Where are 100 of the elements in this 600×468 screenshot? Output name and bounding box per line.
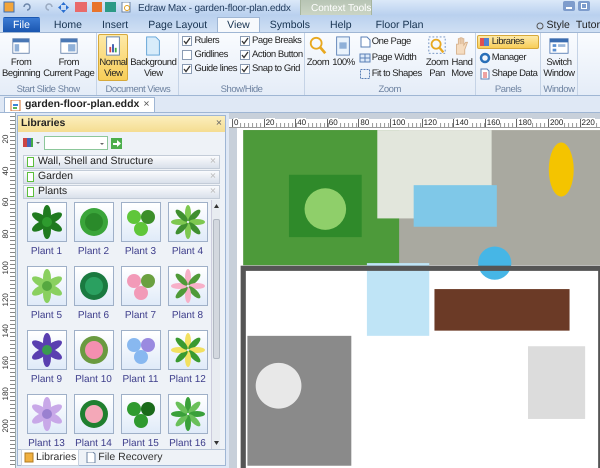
checkbox[interactable] <box>182 64 192 74</box>
grid-icon <box>358 52 371 64</box>
go-arrow-icon[interactable] <box>111 138 122 148</box>
checkbox-label: Guide lines <box>194 63 238 75</box>
gear-icon <box>478 52 491 64</box>
ribbon-button[interactable]: Fit to Shapes <box>356 67 424 81</box>
ruler-number: 0 <box>234 118 238 127</box>
minimize-icon[interactable] <box>563 1 575 11</box>
zoom-icon <box>308 36 328 56</box>
scrollbar[interactable] <box>211 200 220 449</box>
maximize-icon[interactable] <box>578 1 590 11</box>
checkbox-label: Rulers <box>194 35 220 47</box>
ruler-number: 80 <box>360 118 370 127</box>
ribbon-tab[interactable]: Floor Plan <box>366 17 434 32</box>
plant-icon <box>30 269 64 303</box>
document-icon <box>478 68 491 80</box>
ruler-number: 200 <box>550 118 564 127</box>
checkbox[interactable] <box>240 64 250 74</box>
checkbox-label: Action Button <box>252 49 303 61</box>
ruler-number: 60 <box>328 118 338 127</box>
ruler-number: 20 <box>266 118 274 127</box>
ribbon-button[interactable]: Switch Window <box>542 34 576 81</box>
redo-icon[interactable] <box>44 2 54 12</box>
checkbox[interactable] <box>240 50 250 60</box>
ribbon-button[interactable]: One Page <box>356 35 424 49</box>
document-icon <box>10 100 21 110</box>
ribbon-tab[interactable]: Page Layout <box>138 17 218 32</box>
ribbon-tab[interactable]: Help <box>320 17 362 32</box>
plant-icon <box>170 205 204 239</box>
ribbon-tab[interactable]: View <box>217 17 260 32</box>
ribbon-button[interactable]: From Beginning <box>1 34 42 81</box>
library-menu-icon[interactable] <box>23 138 41 148</box>
plant-icon <box>170 397 204 431</box>
ribbon-button[interactable]: From Current Page <box>42 34 96 81</box>
zoom-icon <box>427 36 448 56</box>
ribbon-tab[interactable]: Insert <box>92 17 138 32</box>
checkbox-label: Page Breaks <box>252 35 302 47</box>
ribbon-button[interactable]: Zoom Pan <box>424 34 450 81</box>
ribbon-button[interactable]: Zoom <box>306 34 330 70</box>
search-field[interactable] <box>44 136 108 150</box>
ribbon-button[interactable]: Page Width <box>356 51 424 65</box>
ruler-number: 40 <box>297 118 306 127</box>
undo-icon[interactable] <box>22 2 32 12</box>
style-icon <box>536 22 544 30</box>
document-tab[interactable]: garden-floor-plan.eddx × <box>4 97 156 112</box>
checkbox[interactable] <box>240 36 250 46</box>
ribbon-button[interactable]: Normal View <box>98 34 128 81</box>
print-preview-icon[interactable] <box>121 2 131 13</box>
group-label: Show/Hide <box>220 84 264 95</box>
panel-tab[interactable]: Libraries <box>21 448 80 466</box>
file-tab[interactable]: File <box>3 17 40 32</box>
group-label: Document Views <box>104 84 172 95</box>
page-icon <box>358 36 371 48</box>
ribbon-tab[interactable]: Home <box>44 17 92 32</box>
ribbon-button[interactable]: Background View <box>129 34 178 81</box>
move-icon[interactable] <box>58 2 69 13</box>
category-header[interactable]: Wall, Shell and Structure × <box>23 155 220 169</box>
ribbon-button[interactable]: Manager <box>476 51 540 65</box>
plant-icon <box>170 269 204 303</box>
ruler-number: 140 <box>455 118 469 127</box>
panel-title: Libraries <box>21 116 66 132</box>
scroll-thumb[interactable] <box>212 219 220 359</box>
category-header[interactable]: Garden × <box>23 170 220 184</box>
ribbon-button[interactable]: Libraries <box>476 35 540 49</box>
ribbon-button[interactable]: Shape Data <box>476 67 540 81</box>
ribbon-tab[interactable]: Symbols <box>260 17 320 32</box>
style-link[interactable]: Style <box>546 18 570 34</box>
category-header[interactable]: Plants × <box>23 185 220 199</box>
ruler-number: 120 <box>424 118 437 127</box>
plant-icon <box>30 397 64 431</box>
checkbox[interactable] <box>182 36 192 46</box>
group-label: Zoom <box>377 84 402 95</box>
close-tab-icon[interactable]: × <box>143 97 150 113</box>
plant-icon <box>30 333 64 367</box>
scroll-up-icon[interactable] <box>212 203 220 209</box>
ruler-number: 220 <box>582 118 595 127</box>
group-label: Panels <box>494 84 522 95</box>
ruler-number: 180 <box>518 118 532 127</box>
panel-tab[interactable]: File Recovery <box>83 448 166 466</box>
dashed-frame-icon <box>358 68 371 80</box>
ribbon-button[interactable]: Hand Move <box>450 34 474 81</box>
tutorial-link[interactable]: Tutor <box>576 18 600 34</box>
slideshow-icon <box>11 36 32 56</box>
window-icon <box>548 36 569 56</box>
ruler-number: 100 <box>392 118 406 127</box>
window-title: Edraw Max - garden-floor-plan.eddx <box>138 2 291 16</box>
slideshow-icon <box>58 36 79 56</box>
checkbox[interactable] <box>182 50 192 60</box>
ribbon-button[interactable]: 100% <box>331 34 356 70</box>
plant-icon <box>30 205 64 239</box>
scroll-down-icon[interactable] <box>212 440 220 446</box>
document-icon <box>86 452 96 463</box>
ruler-number: 160 <box>486 118 500 127</box>
checkbox-label: Gridlines <box>194 49 228 61</box>
app-icon <box>3 1 15 13</box>
close-panel-icon[interactable]: × <box>216 116 222 132</box>
group-label: Start Slide Show <box>16 84 81 95</box>
plant-icon <box>170 333 204 367</box>
group-label: Window <box>542 84 576 95</box>
context-group-label: Context Tools <box>311 2 372 16</box>
